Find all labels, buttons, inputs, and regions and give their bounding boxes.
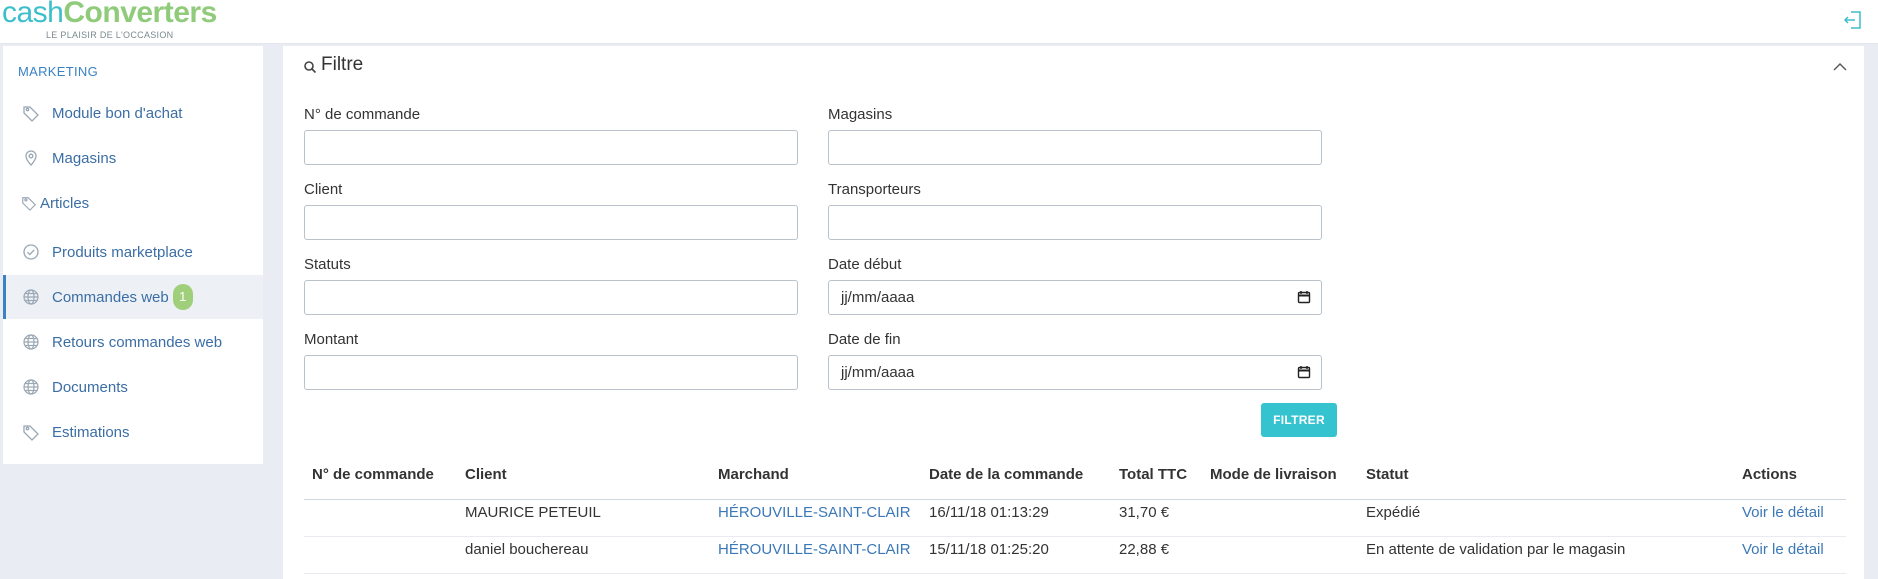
column-header-actions: Actions bbox=[1742, 466, 1798, 483]
globe-icon bbox=[20, 286, 42, 308]
start-date-label: Date début bbox=[828, 256, 902, 273]
map-pin-icon bbox=[20, 147, 42, 169]
sidebar-item-label: Module bon d'achat bbox=[52, 104, 183, 122]
cell-client: MAURICE PETEUIL bbox=[465, 504, 601, 521]
tag-icon bbox=[20, 192, 38, 214]
sidebar-item-commandes-web[interactable]: Commandes web 1 bbox=[3, 275, 263, 319]
search-icon bbox=[303, 58, 317, 74]
view-detail-link[interactable]: Voir le détail bbox=[1742, 504, 1824, 521]
date-placeholder: jj/mm/aaaa bbox=[841, 364, 915, 381]
amount-input[interactable] bbox=[304, 355, 798, 390]
sidebar-item-label: Estimations bbox=[52, 423, 130, 441]
amount-label: Montant bbox=[304, 331, 359, 348]
sidebar-item-retours-commandes-web[interactable]: Retours commandes web bbox=[3, 320, 263, 364]
logo-tagline: LE PLAISIR DE L'OCCASION bbox=[46, 30, 174, 40]
cell-order-date: 16/11/18 01:13:29 bbox=[929, 504, 1049, 521]
cell-order-date: 15/11/18 01:25:20 bbox=[929, 541, 1049, 558]
column-header-client[interactable]: Client bbox=[465, 466, 507, 483]
carriers-label: Transporteurs bbox=[828, 181, 921, 198]
sidebar-item-label: Commandes web bbox=[52, 288, 169, 306]
cell-client: daniel bouchereau bbox=[465, 541, 589, 558]
globe-icon bbox=[20, 331, 42, 353]
filter-title: Filtre bbox=[321, 54, 364, 75]
order-number-label: N° de commande bbox=[304, 106, 421, 123]
cell-merchant-link[interactable]: HÉROUVILLE-SAINT-CLAIR bbox=[718, 504, 911, 521]
logo-word-converters: Converters bbox=[63, 0, 217, 29]
sidebar-item-produits-marketplace[interactable]: Produits marketplace bbox=[3, 230, 263, 274]
globe-icon bbox=[20, 376, 42, 398]
column-header-delivery-mode[interactable]: Mode de livraison bbox=[1210, 466, 1337, 483]
check-circle-icon bbox=[20, 241, 42, 263]
calendar-icon[interactable] bbox=[1297, 290, 1311, 304]
end-date-label: Date de fin bbox=[828, 331, 901, 348]
filter-panel-header[interactable]: Filtre bbox=[303, 54, 363, 76]
tag-icon bbox=[20, 421, 42, 443]
column-header-order-number[interactable]: N° de commande bbox=[312, 466, 434, 483]
column-header-order-date[interactable]: Date de la commande bbox=[929, 466, 1083, 483]
cash-converters-logo[interactable]: cashConverters LE PLAISIR DE L'OCCASION bbox=[2, 0, 242, 42]
column-header-total[interactable]: Total TTC bbox=[1119, 466, 1187, 483]
start-date-input[interactable]: jj/mm/aaaa bbox=[828, 280, 1322, 315]
sidebar-item-label: Articles bbox=[40, 194, 90, 212]
filter-submit-button[interactable]: FILTRER bbox=[1261, 403, 1337, 437]
chevron-up-icon[interactable] bbox=[1832, 60, 1848, 74]
stores-select[interactable] bbox=[828, 130, 1322, 165]
client-input[interactable] bbox=[304, 205, 798, 240]
logout-icon[interactable] bbox=[1842, 9, 1864, 31]
statuses-label: Statuts bbox=[304, 256, 351, 273]
view-detail-link[interactable]: Voir le détail bbox=[1742, 541, 1824, 558]
carriers-select[interactable] bbox=[828, 205, 1322, 240]
order-number-input[interactable] bbox=[304, 130, 798, 165]
sidebar-item-label: Produits marketplace bbox=[52, 243, 193, 261]
sidebar-item-label: Retours commandes web bbox=[52, 333, 223, 351]
sidebar: MARKETING Module bon d'achat Magasins Ar… bbox=[3, 46, 263, 464]
sidebar-section-marketing: MARKETING bbox=[18, 64, 98, 79]
sidebar-item-estimations[interactable]: Estimations bbox=[3, 410, 263, 454]
sidebar-item-module-bon-achat[interactable]: Module bon d'achat bbox=[3, 91, 263, 135]
table-header-divider bbox=[304, 499, 1846, 500]
cell-total: 31,70 € bbox=[1119, 504, 1170, 521]
sidebar-item-articles[interactable]: Articles bbox=[3, 181, 263, 225]
column-header-merchant[interactable]: Marchand bbox=[718, 466, 789, 483]
date-placeholder: jj/mm/aaaa bbox=[841, 289, 915, 306]
tag-icon bbox=[20, 102, 42, 124]
client-label: Client bbox=[304, 181, 343, 198]
statuses-select[interactable] bbox=[304, 280, 798, 315]
stores-label: Magasins bbox=[828, 106, 893, 123]
notification-badge: 1 bbox=[172, 284, 193, 310]
end-date-input[interactable]: jj/mm/aaaa bbox=[828, 355, 1322, 390]
cell-status: Expédié bbox=[1366, 504, 1421, 521]
cell-total: 22,88 € bbox=[1119, 541, 1170, 558]
sidebar-item-documents[interactable]: Documents bbox=[3, 365, 263, 409]
top-bar: cashConverters LE PLAISIR DE L'OCCASION bbox=[0, 0, 1878, 44]
row-divider bbox=[304, 536, 1846, 537]
logo-word-cash: cash bbox=[2, 0, 64, 29]
main-panel: Filtre N° de commande Magasins Client Tr… bbox=[283, 46, 1864, 579]
sidebar-item-label: Documents bbox=[52, 378, 128, 396]
cell-status: En attente de validation par le magasin bbox=[1366, 541, 1626, 558]
sidebar-item-magasins[interactable]: Magasins bbox=[3, 136, 263, 180]
column-header-status[interactable]: Statut bbox=[1366, 466, 1409, 483]
cell-merchant-link[interactable]: HÉROUVILLE-SAINT-CLAIR bbox=[718, 541, 911, 558]
sidebar-item-label: Magasins bbox=[52, 149, 117, 167]
calendar-icon[interactable] bbox=[1297, 365, 1311, 379]
row-divider bbox=[304, 573, 1846, 574]
